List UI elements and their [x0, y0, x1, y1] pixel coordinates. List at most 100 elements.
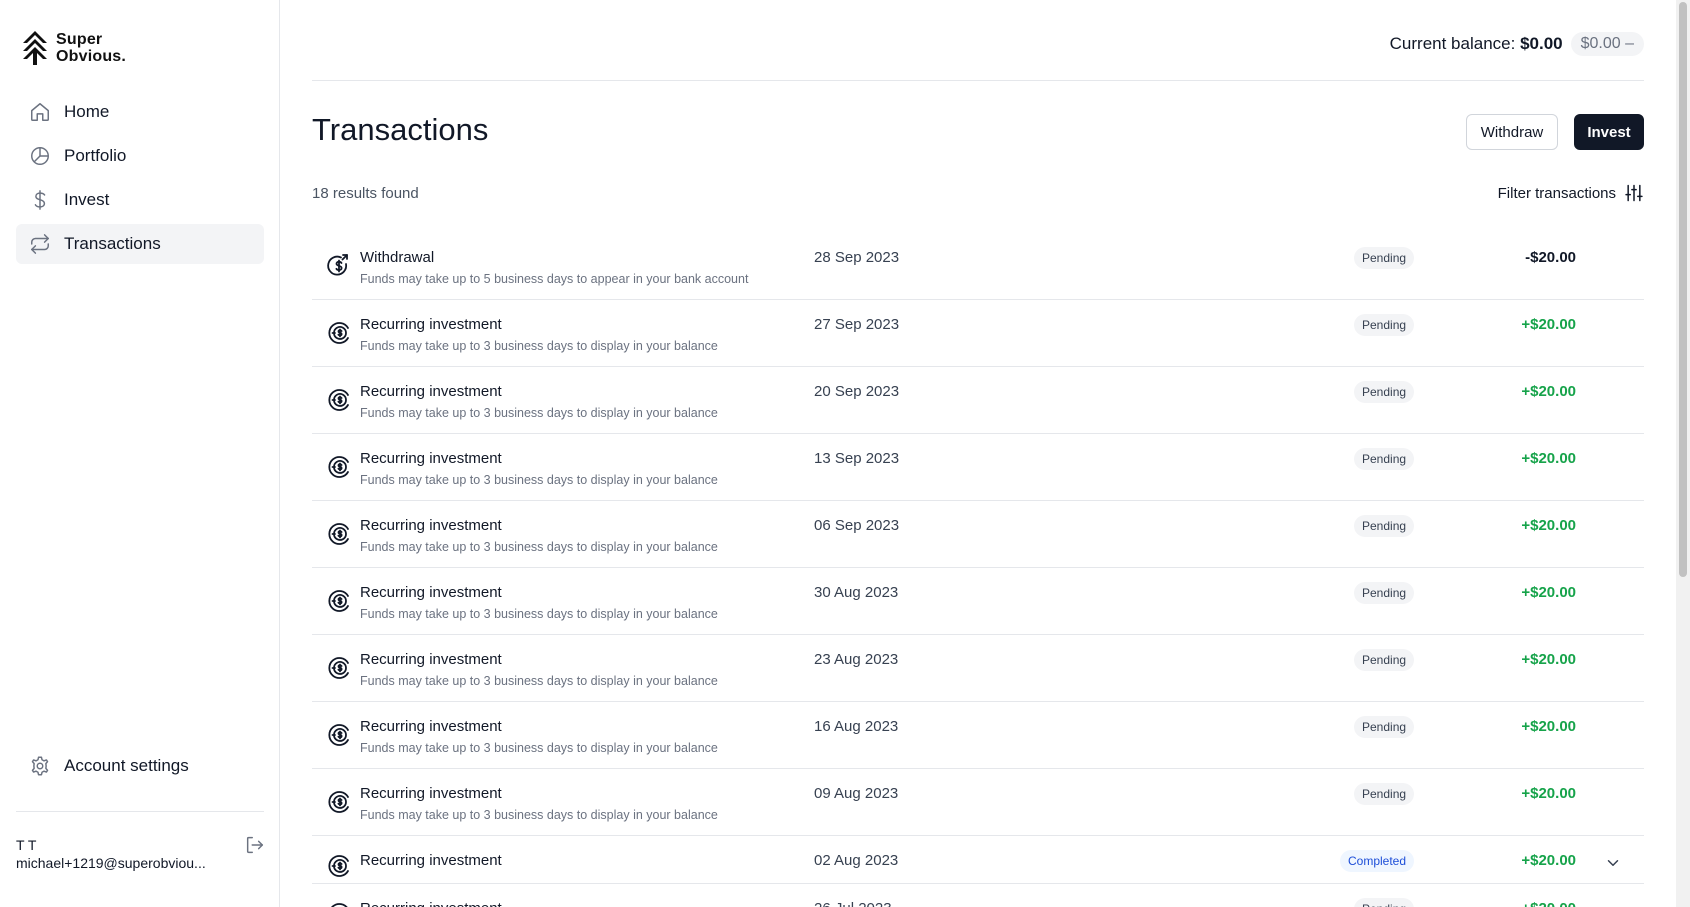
logout-icon[interactable]: [244, 834, 266, 856]
transaction-amount: +$20.00: [1521, 900, 1576, 907]
transaction-amount: -$20.00: [1525, 249, 1576, 266]
brand-line-2: Obvious.: [56, 48, 127, 65]
transaction-description: Funds may take up to 3 business days to …: [360, 674, 718, 688]
transaction-date: 09 Aug 2023: [814, 785, 899, 802]
user-email: michael+1219@superobviou...: [16, 855, 206, 871]
invest-button[interactable]: Invest: [1574, 114, 1644, 150]
transaction-row[interactable]: Recurring investment Funds may take up to…: [312, 635, 1644, 702]
transaction-row[interactable]: Recurring investment 02 Aug 2023 Completed…: [312, 836, 1644, 884]
transaction-row[interactable]: Recurring investment 26 Jul 2023 Pending +$…: [312, 884, 1644, 907]
balance-label-text: Current balance:: [1389, 34, 1516, 53]
status-badge: Pending: [1354, 448, 1415, 470]
dollar-icon: [28, 188, 52, 212]
transaction-description: Funds may take up to 3 business days to …: [360, 406, 718, 420]
transaction-description: Funds may take up to 5 business days to …: [360, 272, 749, 286]
transaction-date: 27 Sep 2023: [814, 316, 900, 333]
transaction-title: Withdrawal: [360, 249, 435, 266]
transaction-row[interactable]: Recurring investment Funds may take up to…: [312, 568, 1644, 635]
investment-coin-icon: [326, 588, 352, 614]
transaction-title: Recurring investment: [360, 651, 502, 668]
brand-line-1: Super: [56, 31, 103, 48]
main-content: Current balance: $0.00 $0.00 – Transacti…: [312, 0, 1644, 907]
balance-pill[interactable]: $0.00 –: [1570, 32, 1644, 56]
status-badge: Completed: [1340, 850, 1415, 872]
transaction-description: Funds may take up to 3 business days to …: [360, 808, 718, 822]
sidebar: Super Obvious. Home Portfolio Invest Tra…: [0, 0, 280, 907]
transaction-date: 06 Sep 2023: [814, 517, 900, 534]
sliders-icon: [1625, 184, 1643, 202]
scrollbar-thumb[interactable]: [1679, 2, 1687, 577]
transaction-description: Funds may take up to 3 business days to …: [360, 741, 718, 755]
transaction-amount: +$20.00: [1521, 517, 1576, 534]
sidebar-item-label: Home: [64, 102, 110, 121]
transaction-title: Recurring investment: [360, 718, 502, 735]
transaction-title: Recurring investment: [360, 785, 502, 802]
transaction-amount: +$20.00: [1521, 450, 1576, 467]
transaction-amount: +$20.00: [1521, 718, 1576, 735]
transaction-date: 13 Sep 2023: [814, 450, 900, 467]
gear-icon: [28, 754, 52, 778]
transaction-title: Recurring investment: [360, 383, 502, 400]
transaction-description: Funds may take up to 3 business days to …: [360, 339, 718, 353]
transaction-date: 23 Aug 2023: [814, 651, 899, 668]
sidebar-item-home[interactable]: Home: [16, 92, 264, 132]
status-badge: Pending: [1354, 381, 1415, 403]
transaction-amount: +$20.00: [1521, 651, 1576, 668]
transaction-description: Funds may take up to 3 business days to …: [360, 607, 718, 621]
balance-display: Current balance: $0.00 $0.00 –: [1390, 32, 1644, 56]
sidebar-item-account-settings[interactable]: Account settings: [16, 746, 264, 786]
filter-label: Filter transactions: [1497, 184, 1616, 202]
balance-label: Current balance: $0.00: [1390, 34, 1563, 54]
status-badge: Pending: [1354, 649, 1415, 671]
transaction-date: 28 Sep 2023: [814, 249, 900, 266]
sidebar-item-transactions[interactable]: Transactions: [16, 224, 264, 264]
transaction-row[interactable]: Recurring investment Funds may take up to…: [312, 367, 1644, 434]
sidebar-item-portfolio[interactable]: Portfolio: [16, 136, 264, 176]
transaction-date: 20 Sep 2023: [814, 383, 900, 400]
investment-coin-icon: [326, 722, 352, 748]
sidebar-item-invest[interactable]: Invest: [16, 180, 264, 220]
status-badge: Pending: [1354, 783, 1415, 805]
status-badge: Pending: [1354, 898, 1415, 907]
investment-coin-icon: [326, 901, 352, 907]
sidebar-item-label: Account settings: [64, 756, 189, 775]
results-count: 18 results found: [312, 185, 419, 202]
transaction-title: Recurring investment: [360, 900, 502, 907]
transaction-row[interactable]: Recurring investment Funds may take up to…: [312, 769, 1644, 836]
filter-transactions-button[interactable]: Filter transactions: [1498, 183, 1644, 203]
withdrawal-coin-icon: [326, 253, 352, 279]
transaction-amount: +$20.00: [1521, 383, 1576, 400]
transaction-amount: +$20.00: [1521, 316, 1576, 333]
transaction-amount: +$20.00: [1521, 785, 1576, 802]
transaction-row[interactable]: Recurring investment Funds may take up to…: [312, 501, 1644, 568]
status-badge: Pending: [1354, 314, 1415, 336]
transaction-title: Recurring investment: [360, 852, 502, 869]
investment-coin-icon: [326, 655, 352, 681]
transaction-amount: +$20.00: [1521, 584, 1576, 601]
sidebar-item-label: Invest: [64, 190, 110, 209]
transaction-row[interactable]: Recurring investment Funds may take up to…: [312, 434, 1644, 501]
transaction-title: Recurring investment: [360, 450, 502, 467]
transaction-row[interactable]: Recurring investment Funds may take up to…: [312, 300, 1644, 367]
transaction-title: Recurring investment: [360, 517, 502, 534]
balance-value: $0.00: [1520, 34, 1563, 53]
investment-coin-icon: [326, 521, 352, 547]
transaction-title: Recurring investment: [360, 584, 502, 601]
transaction-row[interactable]: Withdrawal Funds may take up to 5 busines…: [312, 233, 1644, 300]
brand-logo[interactable]: Super Obvious.: [22, 30, 126, 66]
brand-name: Super Obvious.: [56, 31, 126, 65]
page-scrollbar[interactable]: [1676, 0, 1690, 907]
logo-mark-icon: [23, 31, 47, 65]
investment-coin-icon: [326, 320, 352, 346]
home-icon: [28, 100, 52, 124]
transaction-amount: +$20.00: [1521, 852, 1576, 869]
withdraw-button[interactable]: Withdraw: [1466, 114, 1558, 150]
user-info: T T michael+1219@superobviou...: [16, 836, 216, 872]
investment-coin-icon: [326, 853, 352, 879]
status-badge: Pending: [1354, 515, 1415, 537]
chevron-down-icon[interactable]: [1604, 854, 1622, 872]
transaction-row[interactable]: Recurring investment Funds may take up to…: [312, 702, 1644, 769]
transaction-date: 02 Aug 2023: [814, 852, 899, 869]
investment-coin-icon: [326, 454, 352, 480]
transaction-date: 30 Aug 2023: [814, 584, 899, 601]
